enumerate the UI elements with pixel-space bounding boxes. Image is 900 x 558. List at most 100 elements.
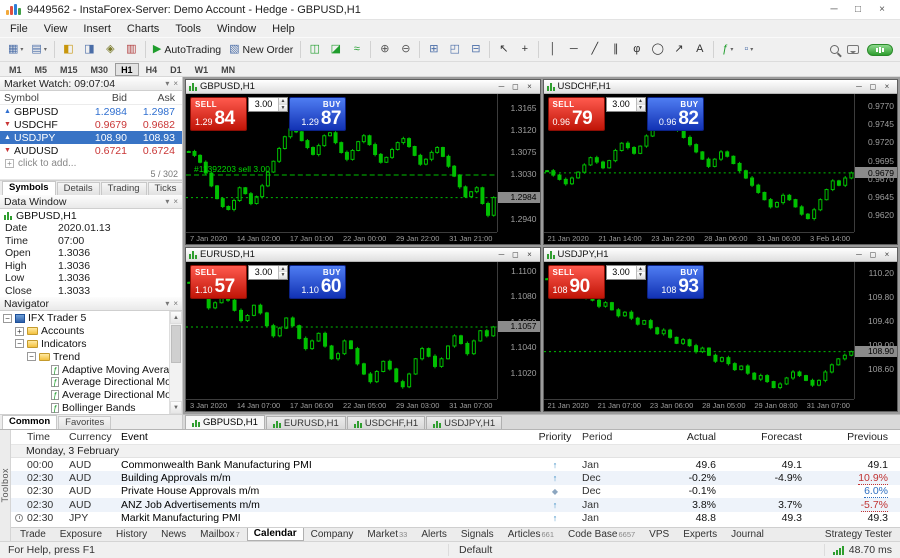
time-scale[interactable]: 7 Jan 2020 14 Jan 02:00 17 Jan 01:00 22 Jan… [186,231,497,244]
arrows-tool-button[interactable]: ↗ [668,39,689,60]
calendar-row-private-house-approvals-m-m[interactable]: 02:30 AUD Private House Approvals m/m ◆ Dec -… [11,485,900,499]
scroll-up-icon[interactable]: ▲ [170,311,182,324]
zoom-in-button[interactable]: ⊕ [374,39,395,60]
navigator-item-ifx-trader-5[interactable]: − IFX Trader 5 [0,312,182,325]
crosshair-tool-button[interactable]: + [514,39,535,60]
cursor-tool-button[interactable]: ↖ [493,39,514,60]
sell-button[interactable]: SELL 1.10 57 [190,264,247,299]
toolbox-tab-vps[interactable]: VPS [642,528,676,541]
tab-trading[interactable]: Trading [100,182,147,195]
timeframe-m1[interactable]: M1 [3,63,28,76]
minimize-icon[interactable]: ─ [495,82,509,91]
timeframe-mn[interactable]: MN [215,63,241,76]
restore-icon[interactable]: ◻ [509,250,523,259]
menu-help[interactable]: Help [264,22,303,36]
timeframe-w1[interactable]: W1 [189,63,215,76]
navigator-toggle-button[interactable]: ◈ [100,39,121,60]
panel-close-icon[interactable]: × [173,299,178,308]
sell-button[interactable]: SELL 108 90 [547,264,605,299]
header-previous[interactable]: Previous [806,431,900,443]
header-forecast[interactable]: Forecast [720,431,806,443]
header-currency[interactable]: Currency [69,431,121,443]
chart-window-titlebar[interactable]: USDCHF,H1 ─ ◻ × [543,80,897,94]
toolbox-tab-exposure[interactable]: Exposure [53,528,109,541]
lot-decrease-icon[interactable]: ▼ [279,104,287,111]
cascade-windows-button[interactable]: ◰ [444,39,465,60]
price-scale[interactable]: 1.11001.10801.10601.10401.10201.1057 [496,261,540,399]
close-icon[interactable]: × [880,82,894,91]
toolbox-side-tab[interactable]: Toolbox [0,430,11,541]
indicators-button[interactable]: ƒ ▾ [717,39,738,60]
navigator-header[interactable]: Navigator ▾ × [0,297,182,311]
horizontal-line-tool-button[interactable]: ─ [563,39,584,60]
fibonacci-tool-button[interactable]: φ [626,39,647,60]
navigator-item-accounts[interactable]: + Accounts [0,325,182,338]
restore-icon[interactable]: ◻ [866,82,880,91]
toolbox-tab-news[interactable]: News [154,528,193,541]
scroll-down-icon[interactable]: ▼ [170,401,182,414]
navigator-item-average-directional-movement[interactable]: ƒAverage Directional Movement [0,389,182,402]
calendar-row-building-approvals-m-m[interactable]: 02:30 AUD Building Approvals m/m ↑ Dec -0.2% -… [11,471,900,486]
header-priority[interactable]: Priority [532,431,578,443]
titlebar[interactable]: 9449562 - InstaForex-Server: Demo Accoun… [0,0,900,20]
toolbox-tab-code-base[interactable]: Code Base 6657 [561,528,642,541]
close-icon[interactable]: × [523,82,537,91]
panel-close-icon[interactable]: × [173,197,178,206]
status-profile[interactable]: Default [448,544,824,556]
menu-charts[interactable]: Charts [119,22,167,36]
timeframe-m5[interactable]: M5 [29,63,54,76]
search-icon[interactable] [830,45,839,54]
lot-size-input[interactable]: 3.00 ▲ ▼ [248,264,288,280]
price-scale[interactable]: 0.9770 0.9745 0.9720 0.9695 0.9670 0.9645 0.96… [854,94,897,232]
market-watch-row-gbpusd[interactable]: ▲ GBPUSD 1.2984 1.2987 [0,105,182,118]
navigator-item-bollinger-bands[interactable]: ƒ Bollinger Bands [0,402,182,414]
calendar-row-anz-job-advertisements-m-m[interactable]: 02:30 AUD ANZ Job Advertisements m/m ↑ Jan 3.… [11,498,900,512]
tab-ticks[interactable]: Ticks [147,182,182,195]
menu-insert[interactable]: Insert [75,22,119,36]
buy-button[interactable]: BUY 108 93 [646,264,704,299]
toolbox-tab-articles[interactable]: Articles 661 [501,528,561,541]
channel-tool-button[interactable]: ∥ [605,39,626,60]
header-period[interactable]: Period [578,431,644,443]
minimize-icon[interactable]: ─ [852,250,866,259]
sell-button[interactable]: SELL 1.29 84 [190,97,247,131]
toolbox-tab-company[interactable]: Company [304,528,361,541]
collapse-icon[interactable]: − [27,352,36,362]
chart-window-titlebar[interactable]: EURUSD,H1 ─ ◻ × [186,247,540,262]
column-bid[interactable]: Bid [76,92,130,104]
time-scale[interactable]: 21 Jan 2020 21 Jan 07:00 23 Jan 06:00 28 Ja… [543,399,854,411]
data-window-toggle-button[interactable]: ◨ [79,39,100,60]
restore-icon[interactable]: ◻ [509,82,523,91]
profiles-button[interactable]: ▤ ▾ [27,39,50,60]
collapse-icon[interactable]: − [15,339,24,349]
panel-menu-icon[interactable]: ▾ [165,299,169,308]
collapse-icon[interactable]: − [3,313,12,323]
menu-tools[interactable]: Tools [167,22,209,36]
navigator-item-trend[interactable]: − Trend [0,350,182,363]
market-watch-row-usdchf[interactable]: ▼ USDCHF 0.9679 0.9682 [0,118,182,131]
navigator-item-average-directional-movement[interactable]: ƒAverage Directional Movement [0,376,182,389]
expand-icon[interactable]: + [15,326,24,336]
lot-decrease-icon[interactable]: ▼ [279,272,287,279]
lot-size-input[interactable]: 3.00 ▲ ▼ [605,264,646,280]
trendline-tool-button[interactable]: ╱ [584,39,605,60]
market-watch-add-row[interactable]: + click to add... [0,157,182,169]
zoom-out-button[interactable]: ⊖ [395,39,416,60]
header-actual[interactable]: Actual [644,431,720,443]
menu-file[interactable]: File [2,22,36,36]
toolbox-tab-journal[interactable]: Journal [724,528,771,541]
text-tool-button[interactable]: A [689,39,710,60]
chat-icon[interactable] [847,45,859,54]
tab-favorites[interactable]: Favorites [58,416,112,429]
chart-tab-usdjpy-h1[interactable]: USDJPY,H1 [426,416,503,429]
toolbox-toggle-button[interactable]: ▥ [121,39,142,60]
menu-window[interactable]: Window [209,22,264,36]
restore-icon[interactable]: ◻ [866,250,880,259]
toolbox-tab-alerts[interactable]: Alerts [414,528,454,541]
lot-decrease-icon[interactable]: ▼ [636,104,645,111]
tile-windows-button[interactable]: ⊞ [423,39,444,60]
toolbox-tab-signals[interactable]: Signals [454,528,501,541]
market-watch-row-audusd[interactable]: ▼ AUDUSD 0.6721 0.6724 [0,144,182,157]
column-symbol[interactable]: Symbol [0,92,76,104]
chart-tab-gbpusd-h1[interactable]: GBPUSD,H1 [185,415,265,429]
